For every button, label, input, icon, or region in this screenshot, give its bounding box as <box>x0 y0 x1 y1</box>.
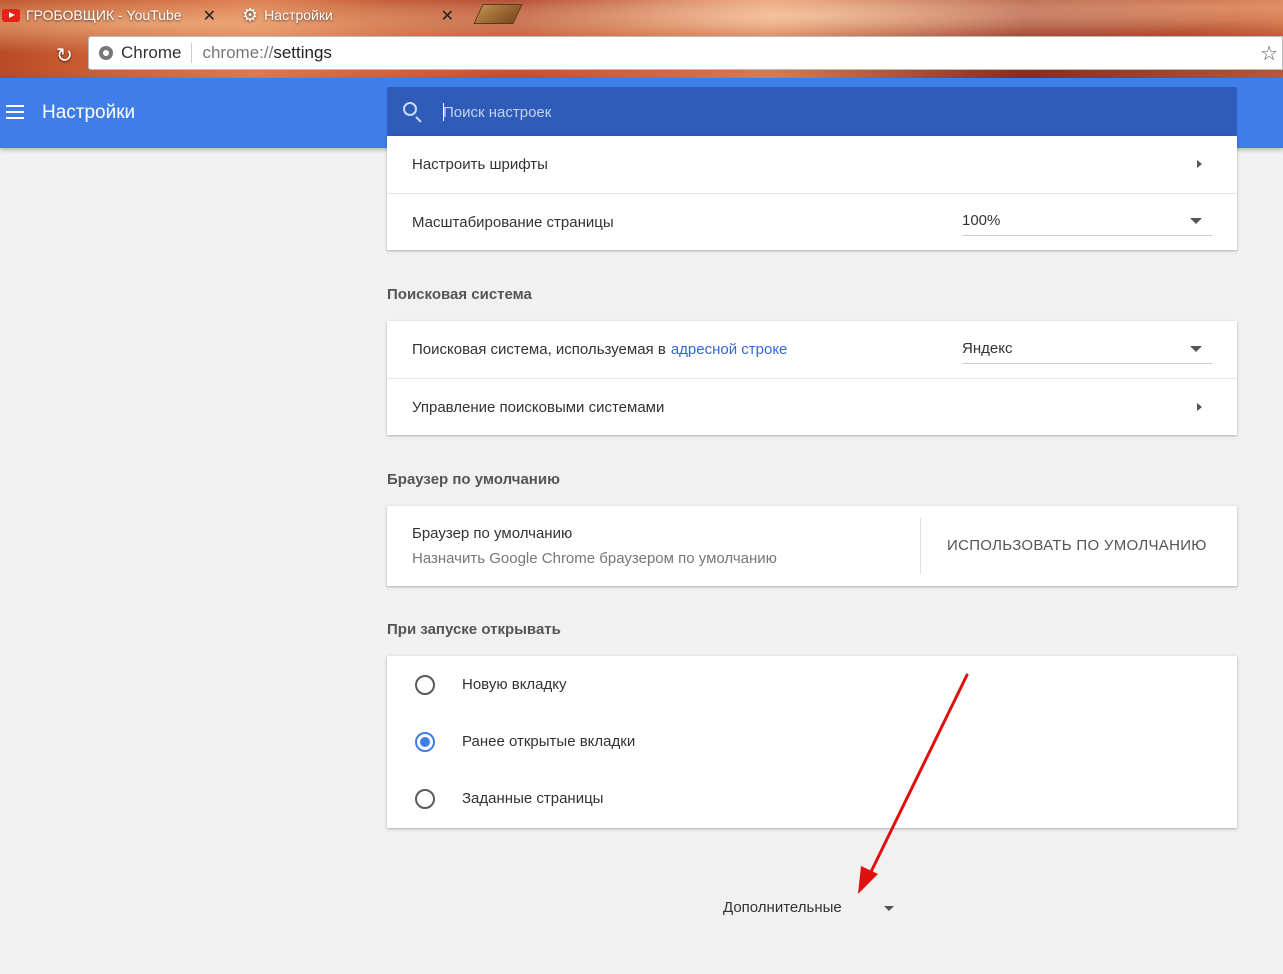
section-title-search-engine: Поисковая система <box>387 286 532 303</box>
search-engine-card: Поисковая система, используемая в адресн… <box>387 321 1237 435</box>
zoom-label: Масштабирование страницы <box>412 213 614 231</box>
search-engine-value: Яндекс <box>962 339 1013 357</box>
chevron-right-icon <box>1197 160 1202 168</box>
omnibox-url: chrome://settings <box>202 43 332 62</box>
zoom-row: Масштабирование страницы 100% <box>387 193 1237 250</box>
section-title-on-startup: При запуске открывать <box>387 621 561 638</box>
startup-option[interactable]: Новую вкладку <box>387 656 1237 713</box>
browser-frame: ГРОБОВЩИК - YouTube ✕ ⚙ Настройки ✕ ↻ Ch… <box>0 0 1283 78</box>
manage-search-engines-label: Управление поисковыми системами <box>412 398 665 416</box>
on-startup-card: Новую вкладку Ранее открытые вкладки Зад… <box>387 656 1237 828</box>
bookmark-star-icon[interactable]: ☆ <box>1260 41 1278 66</box>
radio-button[interactable] <box>415 788 435 809</box>
dropdown-arrow-icon <box>1190 345 1202 352</box>
address-bar-link[interactable]: адресной строке <box>671 341 788 358</box>
tab-title: Настройки <box>264 7 333 23</box>
page-title: Настройки <box>42 102 136 123</box>
close-icon[interactable]: ✕ <box>441 6 454 26</box>
advanced-button[interactable]: Дополнительные <box>723 899 842 916</box>
search-engine-label: Поисковая система, используемая в <box>412 341 666 358</box>
tab-youtube[interactable]: ГРОБОВЩИК - YouTube ✕ <box>0 0 224 30</box>
radio-button-checked[interactable] <box>415 731 435 752</box>
chrome-icon <box>99 46 113 60</box>
startup-option[interactable]: Ранее открытые вкладки <box>387 713 1237 770</box>
search-box[interactable] <box>387 87 1237 137</box>
chevron-right-icon <box>1197 403 1202 411</box>
chevron-down-icon[interactable] <box>884 906 894 911</box>
dropdown-arrow-icon <box>1190 218 1202 224</box>
omnibox-site: Chrome <box>121 43 193 63</box>
zoom-select[interactable]: 100% <box>962 208 1212 236</box>
reload-icon[interactable]: ↻ <box>56 43 73 68</box>
fonts-row[interactable]: Настроить шрифты <box>387 136 1237 193</box>
startup-option-label: Новую вкладку <box>462 676 567 693</box>
address-bar[interactable]: Chrome chrome://settings ☆ <box>88 36 1283 70</box>
search-input[interactable] <box>443 87 1223 137</box>
text-caret <box>443 103 444 121</box>
tab-title: ГРОБОВЩИК - YouTube <box>26 7 182 23</box>
fonts-label: Настроить шрифты <box>412 156 548 173</box>
make-default-button[interactable]: ИСПОЛЬЗОВАТЬ ПО УМОЛЧАНИЮ <box>947 537 1207 554</box>
default-browser-card: Браузер по умолчанию Назначить Google Ch… <box>387 506 1237 586</box>
section-title-default-browser: Браузер по умолчанию <box>387 471 560 488</box>
search-engine-row: Поисковая система, используемая в адресн… <box>387 321 1237 378</box>
gear-icon: ⚙ <box>242 4 259 25</box>
menu-icon[interactable] <box>6 105 24 119</box>
youtube-icon <box>2 8 20 22</box>
appearance-card: Настроить шрифты Масштабирование страниц… <box>387 136 1237 250</box>
new-tab-button[interactable] <box>473 4 523 24</box>
startup-option-label: Ранее открытые вкладки <box>462 733 636 750</box>
startup-option[interactable]: Заданные страницы <box>387 770 1237 827</box>
startup-option-label: Заданные страницы <box>462 790 604 807</box>
default-browser-title: Браузер по умолчанию <box>412 525 573 542</box>
search-icon <box>403 102 417 116</box>
manage-search-engines-row[interactable]: Управление поисковыми системами <box>387 378 1237 435</box>
default-browser-subtitle: Назначить Google Chrome браузером по умо… <box>412 550 777 567</box>
tab-settings[interactable]: ⚙ Настройки ✕ <box>224 0 462 30</box>
radio-button[interactable] <box>415 674 435 695</box>
close-icon[interactable]: ✕ <box>203 6 216 26</box>
zoom-value: 100% <box>962 212 1001 229</box>
divider <box>920 518 921 574</box>
search-engine-select[interactable]: Яндекс <box>962 336 1212 364</box>
